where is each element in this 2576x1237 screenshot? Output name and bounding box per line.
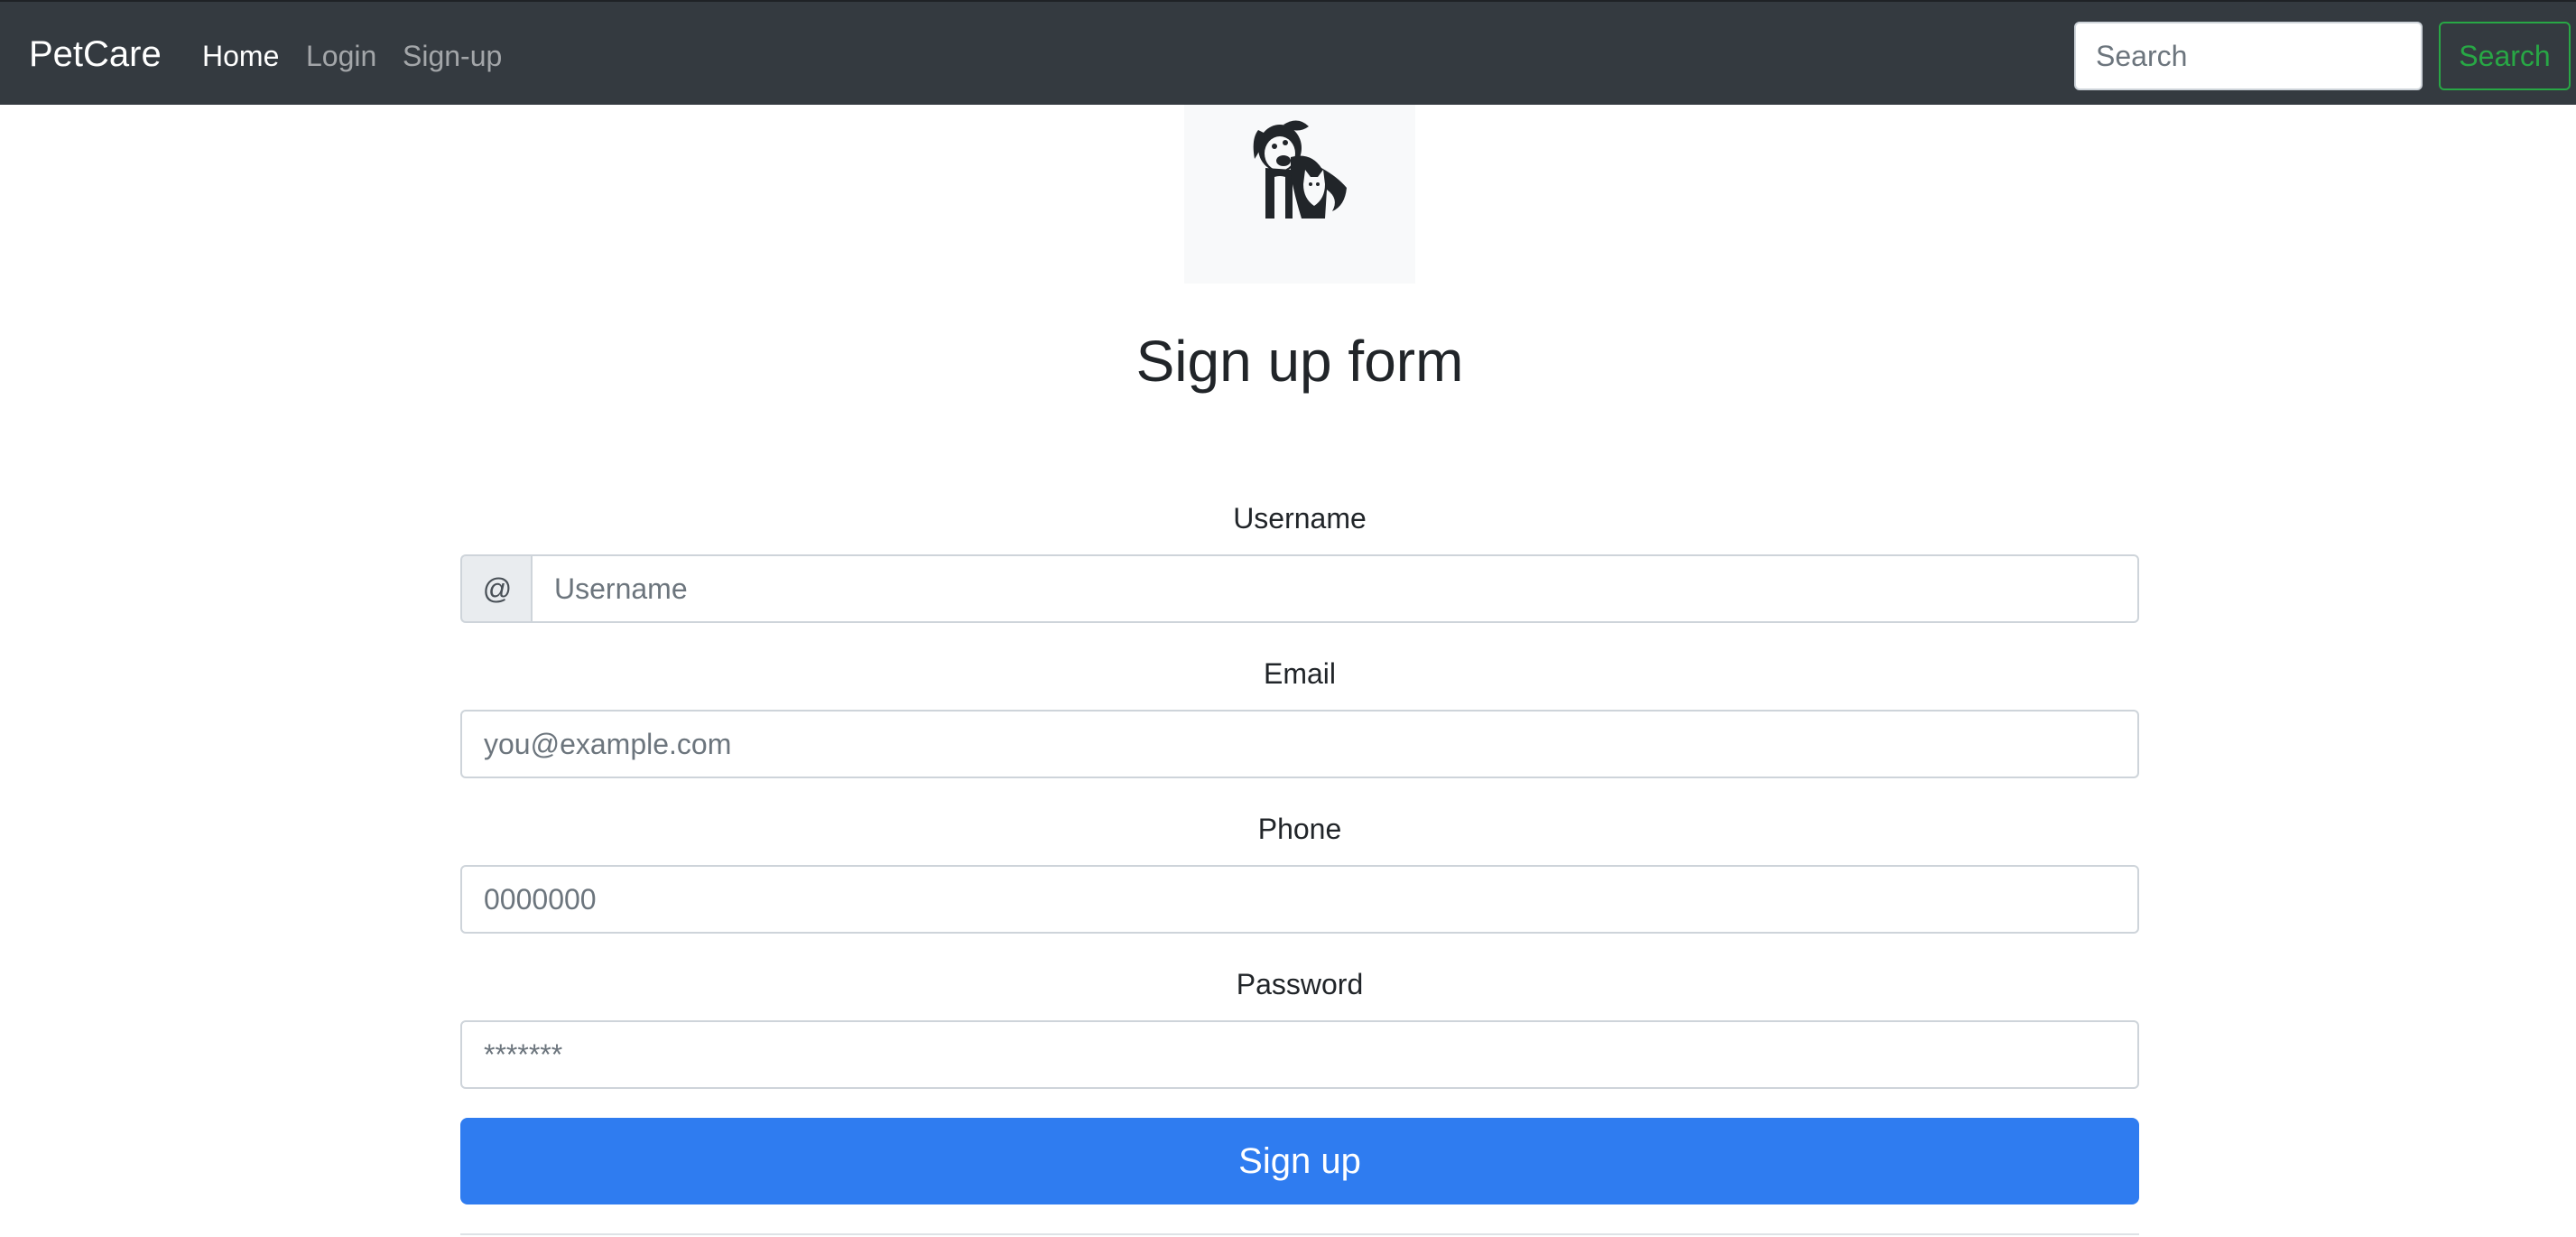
username-label: Username: [1233, 502, 1367, 535]
signup-button[interactable]: Sign up: [460, 1118, 2139, 1204]
page-title: Sign up form: [1135, 329, 1464, 394]
nav-link-login[interactable]: Login: [306, 36, 376, 76]
brand-link[interactable]: PetCare: [29, 31, 162, 78]
phone-label: Phone: [1257, 813, 1342, 845]
divider: [460, 1233, 2139, 1235]
password-input[interactable]: [460, 1020, 2139, 1089]
at-prefix: @: [460, 554, 533, 623]
nav-link-home[interactable]: Home: [202, 36, 279, 76]
search-input[interactable]: [2074, 22, 2423, 90]
dog-cat-logo-icon: [1253, 120, 1347, 219]
email-label: Email: [1263, 657, 1336, 690]
username-input[interactable]: [531, 554, 2139, 623]
logo-container: [1184, 105, 1415, 284]
search-button[interactable]: Search: [2439, 22, 2571, 90]
phone-input[interactable]: [460, 865, 2139, 934]
password-label: Password: [1236, 968, 1364, 1000]
navbar: PetCare Home Login Sign-up Search: [0, 0, 2576, 105]
nav-link-signup[interactable]: Sign-up: [403, 36, 502, 76]
email-input[interactable]: [460, 710, 2139, 778]
